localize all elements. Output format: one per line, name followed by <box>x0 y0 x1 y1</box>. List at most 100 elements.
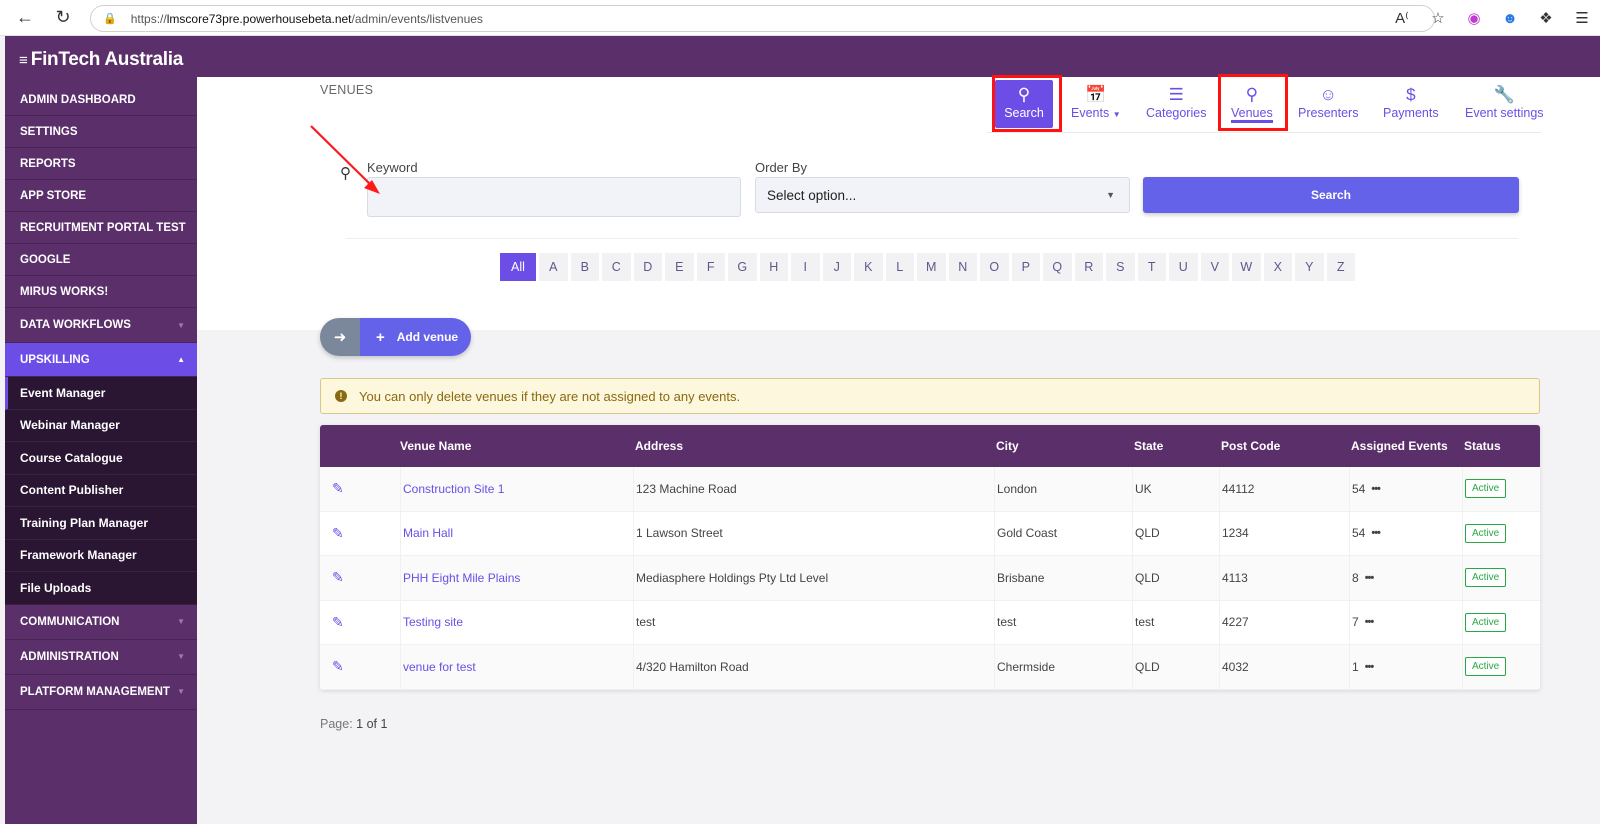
alpha-letter[interactable]: A <box>539 253 568 281</box>
sidebar-item-reports[interactable]: REPORTS <box>5 148 197 180</box>
venue-name-link[interactable]: PHH Eight Mile Plains <box>400 556 633 600</box>
status-cell: Active <box>1462 467 1540 511</box>
tab-event-settings[interactable]: 🔧 Event settings <box>1465 84 1544 120</box>
alpha-letter[interactable]: P <box>1011 253 1040 281</box>
sidebar-item-google[interactable]: GOOGLE <box>5 244 197 276</box>
sidebar-item-app-store[interactable]: APP STORE <box>5 180 197 212</box>
sidebar-subitem-content-publisher[interactable]: Content Publisher <box>5 474 197 507</box>
venue-state: UK <box>1132 467 1219 511</box>
alpha-letter[interactable]: J <box>822 253 851 281</box>
venue-name-link[interactable]: Main Hall <box>400 511 633 555</box>
sidebar-item-recruitment-portal[interactable]: RECRUITMENT PORTAL TEST <box>5 212 197 244</box>
sidebar-subitem-label: Training Plan Manager <box>20 515 149 530</box>
header-assigned-events[interactable]: Assigned Events <box>1349 425 1462 467</box>
sidebar-subitem-framework-manager[interactable]: Framework Manager <box>5 539 197 572</box>
edit-icon[interactable]: ✎ <box>320 467 400 511</box>
alpha-letter[interactable]: F <box>696 253 725 281</box>
alpha-letter[interactable]: Z <box>1326 253 1355 281</box>
alpha-letter[interactable]: M <box>917 253 946 281</box>
venue-name-link[interactable]: venue for test <box>400 645 633 689</box>
header-status[interactable]: Status <box>1462 425 1540 467</box>
alpha-letter[interactable]: H <box>759 253 788 281</box>
sidebar-item-admin-dashboard[interactable]: ADMIN DASHBOARD <box>5 84 197 116</box>
back-icon[interactable]: ← <box>8 1 42 35</box>
sidebar-item-platform-management[interactable]: PLATFORM MANAGEMENT ▼ <box>5 675 197 710</box>
sidebar-item-administration[interactable]: ADMINISTRATION ▼ <box>5 640 197 675</box>
favorites-bar-icon[interactable]: ☰ <box>1570 4 1594 32</box>
sidebar-item-settings[interactable]: SETTINGS <box>5 116 197 148</box>
puzzle-icon[interactable]: ❖ <box>1534 4 1558 32</box>
alpha-letter[interactable]: I <box>791 253 820 281</box>
sidebar-item-data-workflows[interactable]: DATA WORKFLOWS ▼ <box>5 308 197 343</box>
annotation-arrow-icon <box>310 125 380 194</box>
sidebar-subitem-course-catalogue[interactable]: Course Catalogue <box>5 442 197 475</box>
alpha-letter[interactable]: V <box>1200 253 1229 281</box>
edit-icon[interactable]: ✎ <box>320 601 400 645</box>
read-aloud-icon[interactable]: A⁽ <box>1390 4 1414 32</box>
sidebar-item-upskilling[interactable]: UPSKILLING ▲ <box>5 343 197 377</box>
tab-payments[interactable]: $ Payments <box>1383 84 1439 120</box>
extension-icon[interactable]: ◉ <box>1462 4 1486 32</box>
favorite-icon[interactable]: ☆ <box>1426 4 1450 32</box>
sidebar-subitem-training-plan-manager[interactable]: Training Plan Manager <box>5 507 197 540</box>
sidebar-item-communication[interactable]: COMMUNICATION ▼ <box>5 605 197 640</box>
refresh-icon[interactable]: ↻ <box>46 1 80 35</box>
order-by-select[interactable]: Select option... ▼ <box>755 177 1130 213</box>
header-venue-name[interactable]: Venue Name <box>400 425 633 467</box>
header-address[interactable]: Address <box>633 425 994 467</box>
alpha-letter[interactable]: O <box>980 253 1009 281</box>
alpha-letter[interactable]: Q <box>1043 253 1072 281</box>
header-city[interactable]: City <box>994 425 1132 467</box>
status-cell: Active <box>1462 511 1540 555</box>
alpha-letter[interactable]: K <box>854 253 883 281</box>
venue-postcode: 4113 <box>1219 556 1349 600</box>
edit-icon[interactable]: ✎ <box>320 512 400 556</box>
edit-icon[interactable]: ✎ <box>320 556 400 600</box>
more-icon[interactable]: ••• <box>1365 572 1375 584</box>
sidebar-subitem-webinar-manager[interactable]: Webinar Manager <box>5 409 197 442</box>
add-venue-button[interactable]: + Add venue <box>360 318 471 356</box>
sidebar-item-label: ADMIN DASHBOARD <box>20 93 136 106</box>
tab-presenters[interactable]: ☺ Presenters <box>1298 84 1358 120</box>
alpha-letter[interactable]: S <box>1106 253 1135 281</box>
header-state[interactable]: State <box>1132 425 1219 467</box>
alpha-letter[interactable]: R <box>1074 253 1103 281</box>
alpha-letter[interactable]: N <box>948 253 977 281</box>
address-bar[interactable]: 🔒 https:// lmscore73pre.powerhousebeta.n… <box>90 5 1435 32</box>
alpha-letter[interactable]: U <box>1169 253 1198 281</box>
alpha-letter[interactable]: T <box>1137 253 1166 281</box>
venue-state: QLD <box>1132 556 1219 600</box>
search-button[interactable]: Search <box>1143 177 1519 213</box>
back-button[interactable]: ➜ <box>320 318 360 356</box>
sidebar-item-mirus-works[interactable]: MIRUS WORKS! <box>5 276 197 308</box>
profile-icon[interactable]: ☻ <box>1498 4 1522 32</box>
venue-name-link[interactable]: Construction Site 1 <box>400 467 633 511</box>
tab-events[interactable]: 📅 Events ▼ <box>1071 84 1121 120</box>
alpha-letter[interactable]: Y <box>1295 253 1324 281</box>
more-icon[interactable]: ••• <box>1365 616 1375 628</box>
alpha-letter[interactable]: W <box>1232 253 1261 281</box>
alpha-all[interactable]: All <box>500 253 536 281</box>
venue-address: 123 Machine Road <box>633 467 994 511</box>
alpha-letter[interactable]: G <box>728 253 757 281</box>
brand-logo[interactable]: ≡ FinTech Australia <box>5 36 197 84</box>
assigned-events-cell: 1 ••• <box>1349 645 1462 689</box>
alpha-letter[interactable]: E <box>665 253 694 281</box>
edit-icon[interactable]: ✎ <box>320 645 400 689</box>
alpha-letter[interactable]: X <box>1263 253 1292 281</box>
alpha-letter[interactable]: D <box>633 253 662 281</box>
sidebar-subitem-file-uploads[interactable]: File Uploads <box>5 572 197 605</box>
alpha-letter[interactable]: L <box>885 253 914 281</box>
keyword-input[interactable] <box>367 177 741 217</box>
alpha-letter[interactable]: B <box>570 253 599 281</box>
dollar-icon: $ <box>1406 85 1416 104</box>
sidebar-subitem-label: Content Publisher <box>20 483 124 498</box>
more-icon[interactable]: ••• <box>1371 483 1381 495</box>
tab-categories[interactable]: ☰ Categories <box>1146 84 1206 120</box>
venue-name-link[interactable]: Testing site <box>400 600 633 644</box>
header-post-code[interactable]: Post Code <box>1219 425 1349 467</box>
more-icon[interactable]: ••• <box>1365 661 1375 673</box>
sidebar-subitem-event-manager[interactable]: Event Manager <box>5 377 197 410</box>
alpha-letter[interactable]: C <box>602 253 631 281</box>
more-icon[interactable]: ••• <box>1371 527 1381 539</box>
